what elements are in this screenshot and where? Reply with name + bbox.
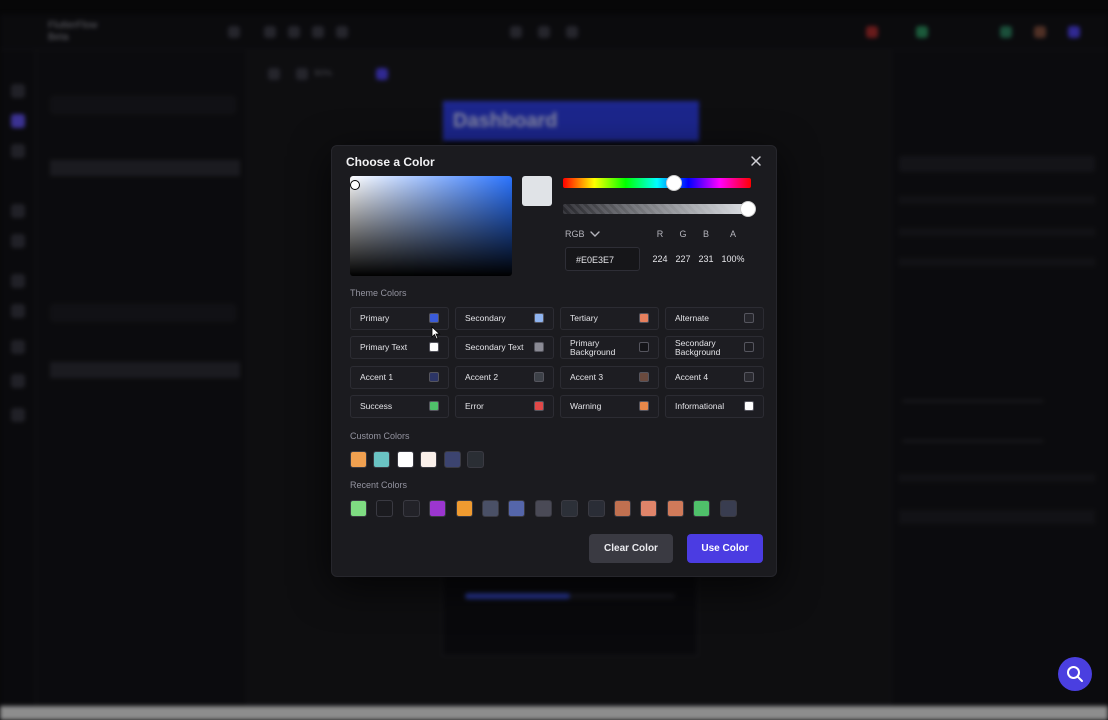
alpha-slider[interactable] [563, 204, 751, 214]
custom-color-swatch[interactable] [420, 451, 438, 468]
custom-color-swatch[interactable] [443, 451, 461, 468]
recent-colors-heading: Recent Colors [350, 480, 408, 490]
recent-color-swatch[interactable] [482, 500, 499, 517]
recent-color-swatch[interactable] [429, 500, 447, 517]
theme-color-label: Success [360, 401, 393, 411]
theme-color-swatch [534, 342, 544, 352]
theme-color-swatch [639, 401, 649, 411]
clear-color-button[interactable]: Clear Color [589, 534, 673, 563]
theme-color-secondary[interactable]: Secondary [455, 307, 554, 330]
color-picker-dialog: Choose a Color RGB R G B A #E0E3E7 224 2… [331, 145, 777, 577]
channel-label-a: A [729, 229, 736, 239]
theme-color-warning[interactable]: Warning [560, 395, 659, 418]
theme-color-label: Error [465, 401, 484, 411]
custom-color-swatch[interactable] [350, 451, 367, 468]
custom-colors-heading: Custom Colors [350, 431, 410, 441]
recent-color-swatch[interactable] [350, 500, 367, 517]
red-value[interactable]: 224 [648, 254, 672, 264]
theme-color-swatch [429, 342, 439, 352]
theme-color-label: Tertiary [570, 313, 598, 323]
recent-color-swatch[interactable] [587, 500, 605, 517]
theme-color-swatch [639, 342, 649, 352]
recent-color-swatch[interactable] [614, 500, 631, 517]
theme-color-swatch [429, 313, 439, 323]
alpha-slider-handle[interactable] [740, 201, 756, 217]
theme-color-label: Secondary [465, 313, 506, 323]
theme-color-swatch [429, 401, 439, 411]
recent-color-swatch[interactable] [693, 500, 711, 517]
mouse-cursor-icon [431, 326, 441, 340]
theme-color-label: Primary [360, 313, 390, 323]
theme-color-swatch [429, 372, 439, 382]
green-value[interactable]: 227 [671, 254, 695, 264]
hue-slider-handle[interactable] [666, 175, 682, 191]
theme-color-label: Warning [570, 401, 602, 411]
use-color-button[interactable]: Use Color [687, 534, 763, 563]
recent-color-swatch[interactable] [640, 500, 658, 517]
hue-slider[interactable] [563, 178, 751, 188]
saturation-value-area[interactable] [350, 176, 512, 276]
saturation-handle[interactable] [350, 180, 360, 190]
chevron-down-icon[interactable] [589, 229, 601, 239]
current-color-swatch [522, 176, 552, 206]
theme-color-swatch [534, 372, 544, 382]
theme-color-label: Secondary Background [675, 337, 721, 357]
recent-color-swatch[interactable] [455, 500, 473, 517]
recent-color-swatch[interactable] [508, 500, 526, 517]
theme-color-accent-1[interactable]: Accent 1 [350, 366, 449, 389]
close-icon[interactable] [749, 154, 763, 168]
recent-color-swatch[interactable] [376, 500, 394, 517]
color-mode-select[interactable]: RGB [565, 229, 585, 239]
theme-colors-heading: Theme Colors [350, 288, 407, 298]
custom-color-swatch[interactable] [467, 451, 484, 468]
theme-color-label: Primary Text [360, 342, 408, 352]
custom-color-swatch[interactable] [373, 451, 391, 468]
search-icon [1067, 666, 1083, 682]
theme-color-swatch [744, 372, 754, 382]
recent-color-swatch[interactable] [561, 500, 579, 517]
theme-color-success[interactable]: Success [350, 395, 449, 418]
theme-color-label: Alternate [675, 313, 710, 323]
theme-color-label: Accent 4 [675, 372, 709, 382]
theme-color-swatch [744, 401, 754, 411]
theme-color-swatch [744, 342, 754, 352]
channel-label-b: B [702, 229, 709, 239]
theme-color-label: Accent 1 [360, 372, 394, 382]
theme-color-swatch [534, 401, 544, 411]
theme-color-error[interactable]: Error [455, 395, 554, 418]
recent-color-swatch[interactable] [666, 500, 684, 517]
recent-color-swatch[interactable] [534, 500, 552, 517]
theme-color-label: Accent 3 [570, 372, 604, 382]
custom-color-swatch[interactable] [396, 451, 414, 468]
recent-color-swatch[interactable] [402, 500, 420, 517]
theme-color-alternate[interactable]: Alternate [665, 307, 764, 330]
theme-color-label: Secondary Text [465, 342, 524, 352]
hex-input[interactable]: #E0E3E7 [565, 247, 640, 271]
dialog-title: Choose a Color [346, 155, 435, 169]
theme-color-label: Primary Background [570, 337, 616, 357]
theme-color-accent-4[interactable]: Accent 4 [665, 366, 764, 389]
channel-label-g: G [679, 229, 687, 239]
theme-color-primary-background[interactable]: Primary Background [560, 336, 659, 359]
channel-label-r: R [656, 229, 664, 239]
theme-color-secondary-text[interactable]: Secondary Text [455, 336, 554, 359]
theme-color-informational[interactable]: Informational [665, 395, 764, 418]
theme-color-secondary-background[interactable]: Secondary Background [665, 336, 764, 359]
theme-color-tertiary[interactable]: Tertiary [560, 307, 659, 330]
search-fab-button[interactable] [1058, 657, 1092, 691]
theme-color-label: Informational [675, 401, 725, 411]
theme-color-swatch [639, 313, 649, 323]
theme-color-swatch [744, 313, 754, 323]
theme-color-swatch [639, 372, 649, 382]
recent-color-swatch[interactable] [719, 500, 737, 517]
theme-color-label: Accent 2 [465, 372, 499, 382]
blue-value[interactable]: 231 [694, 254, 718, 264]
theme-color-accent-2[interactable]: Accent 2 [455, 366, 554, 389]
theme-color-swatch [534, 313, 544, 323]
theme-color-accent-3[interactable]: Accent 3 [560, 366, 659, 389]
alpha-value[interactable]: 100% [718, 254, 748, 264]
